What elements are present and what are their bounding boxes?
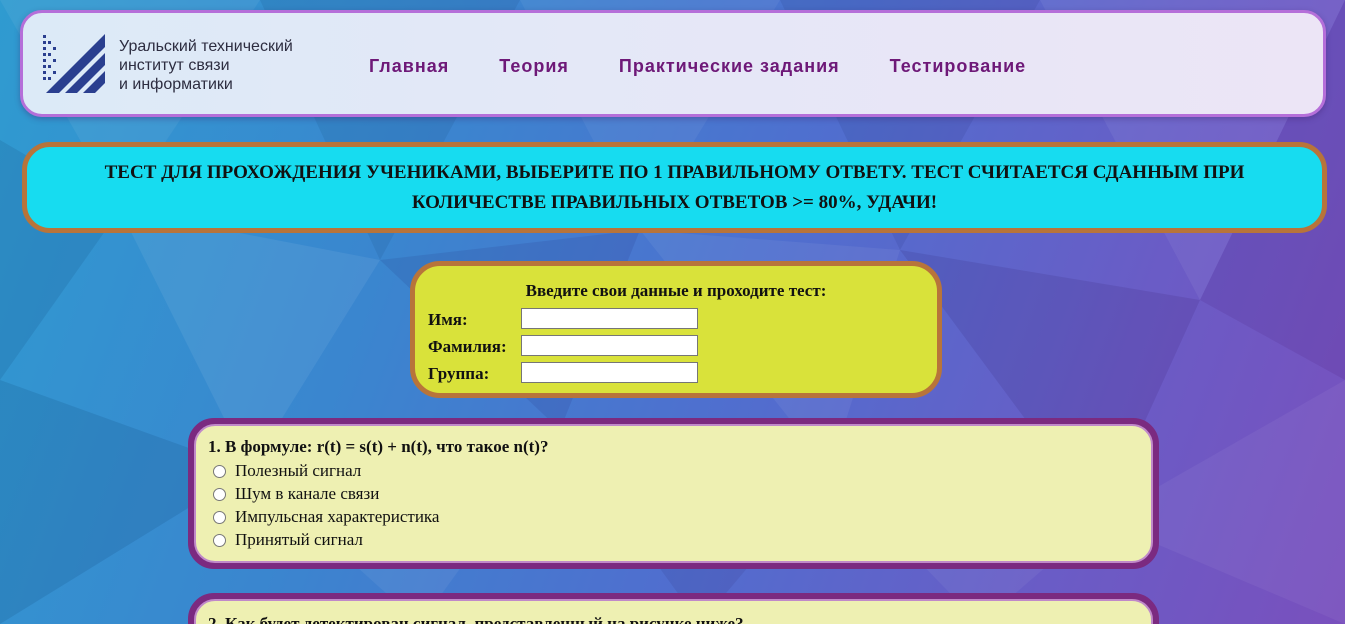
question-card-1: 1. В формуле: r(t) = s(t) + n(t), что та… <box>188 418 1159 569</box>
radio-button[interactable] <box>213 533 226 547</box>
institute-name-line3: и информатики <box>119 76 233 93</box>
radio-button[interactable] <box>213 487 226 501</box>
radio-button[interactable] <box>213 510 226 524</box>
last-name-input[interactable] <box>521 335 698 356</box>
option-label: Полезный сигнал <box>235 461 362 480</box>
question-card-1-body: 1. В формуле: r(t) = s(t) + n(t), что та… <box>194 424 1153 563</box>
institute-logo-icon[interactable] <box>43 31 107 95</box>
form-title: Введите свои данные и проходите тест: <box>525 281 827 300</box>
nav-link-testing[interactable]: Тестирование <box>890 56 1027 77</box>
radio-button[interactable] <box>213 464 226 478</box>
group-row: Группа: <box>428 362 698 384</box>
nav-link-theory[interactable]: Теория <box>499 56 569 77</box>
site-header: Уральский технический институт связи и и… <box>20 10 1326 117</box>
nav-link-home[interactable]: Главная <box>369 56 449 77</box>
main-nav: Главная Теория Практические задания Тест… <box>369 56 1026 77</box>
institute-name-line2: институт связи <box>119 57 230 74</box>
nav-link-practice[interactable]: Практические задания <box>619 56 840 77</box>
institute-name[interactable]: Уральский технический институт связи и и… <box>119 37 293 94</box>
group-input[interactable] <box>521 362 698 383</box>
question-card-2: 2. Как будет детектирован сигнал, предст… <box>188 593 1159 624</box>
question-1-option-1[interactable]: Полезный сигнал <box>213 461 361 481</box>
last-name-label: Фамилия: <box>428 337 507 356</box>
institute-name-line1: Уральский технический <box>119 38 293 55</box>
banner-text: ТЕСТ ДЛЯ ПРОХОЖДЕНИЯ УЧЕНИКАМИ, ВЫБЕРИТЕ… <box>104 161 1245 213</box>
question-1-option-3[interactable]: Импульсная характеристика <box>213 507 439 527</box>
first-name-row: Имя: <box>428 308 698 330</box>
question-1-option-2[interactable]: Шум в канале связи <box>213 484 379 504</box>
question-1-option-4[interactable]: Принятый сигнал <box>213 530 363 550</box>
option-label: Импульсная характеристика <box>235 507 440 526</box>
question-card-2-body: 2. Как будет детектирован сигнал, предст… <box>194 599 1153 624</box>
option-label: Принятый сигнал <box>235 530 363 549</box>
option-label: Шум в канале связи <box>235 484 380 503</box>
question-1-title: 1. В формуле: r(t) = s(t) + n(t), что та… <box>208 437 549 456</box>
group-label: Группа: <box>428 364 490 383</box>
first-name-label: Имя: <box>428 310 468 329</box>
student-info-form: Введите свои данные и проходите тест: Им… <box>410 261 942 398</box>
first-name-input[interactable] <box>521 308 698 329</box>
last-name-row: Фамилия: <box>428 335 698 357</box>
test-instructions-banner: ТЕСТ ДЛЯ ПРОХОЖДЕНИЯ УЧЕНИКАМИ, ВЫБЕРИТЕ… <box>22 142 1327 233</box>
question-2-title: 2. Как будет детектирован сигнал, предст… <box>208 614 744 624</box>
